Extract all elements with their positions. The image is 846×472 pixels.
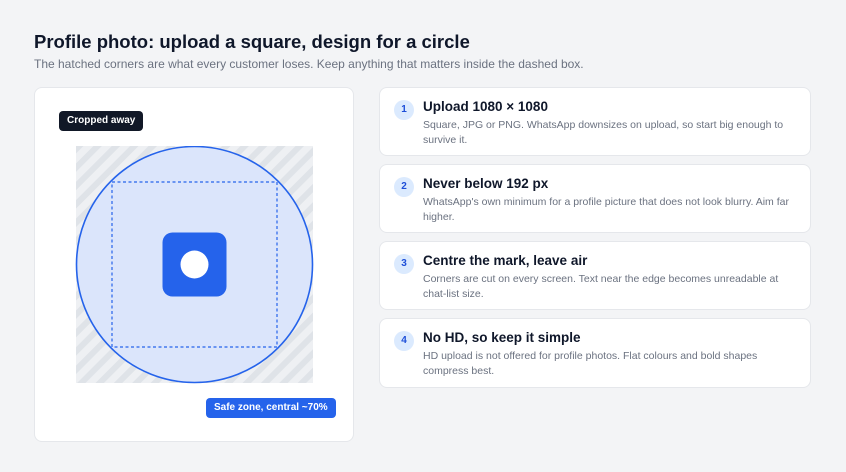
step-title: Upload 1080 × 1080 [423,99,548,114]
step-number-badge: 4 [394,331,414,351]
crop-diagram [75,146,314,384]
step-card-1: 1 Upload 1080 × 1080 Square, JPG or PNG.… [379,87,811,156]
step-number-badge: 2 [394,177,414,197]
step-title: No HD, so keep it simple [423,330,581,345]
logo-mark-icon [162,232,227,297]
step-card-3: 3 Centre the mark, leave air Corners are… [379,241,811,310]
step-title: Centre the mark, leave air [423,253,588,268]
step-description: HD upload is not offered for profile pho… [423,350,758,377]
page-title: Profile photo: upload a square, design f… [34,31,470,52]
page-subtitle: The hatched corners are what every custo… [34,57,584,71]
step-description: Corners are cut on every screen. Text ne… [423,273,779,300]
step-card-2: 2 Never below 192 px WhatsApp's own mini… [379,164,811,233]
step-number-badge: 3 [394,254,414,274]
step-description: WhatsApp's own minimum for a profile pic… [423,196,789,223]
cropped-away-label: Cropped away [59,111,144,131]
step-description: Square, JPG or PNG. WhatsApp downsizes o… [423,119,784,146]
step-title: Never below 192 px [423,176,549,191]
step-card-4: 4 No HD, so keep it simple HD upload is … [379,318,811,388]
step-number-badge: 1 [394,100,414,120]
safe-zone-label: Safe zone, central ~70% [206,398,336,418]
